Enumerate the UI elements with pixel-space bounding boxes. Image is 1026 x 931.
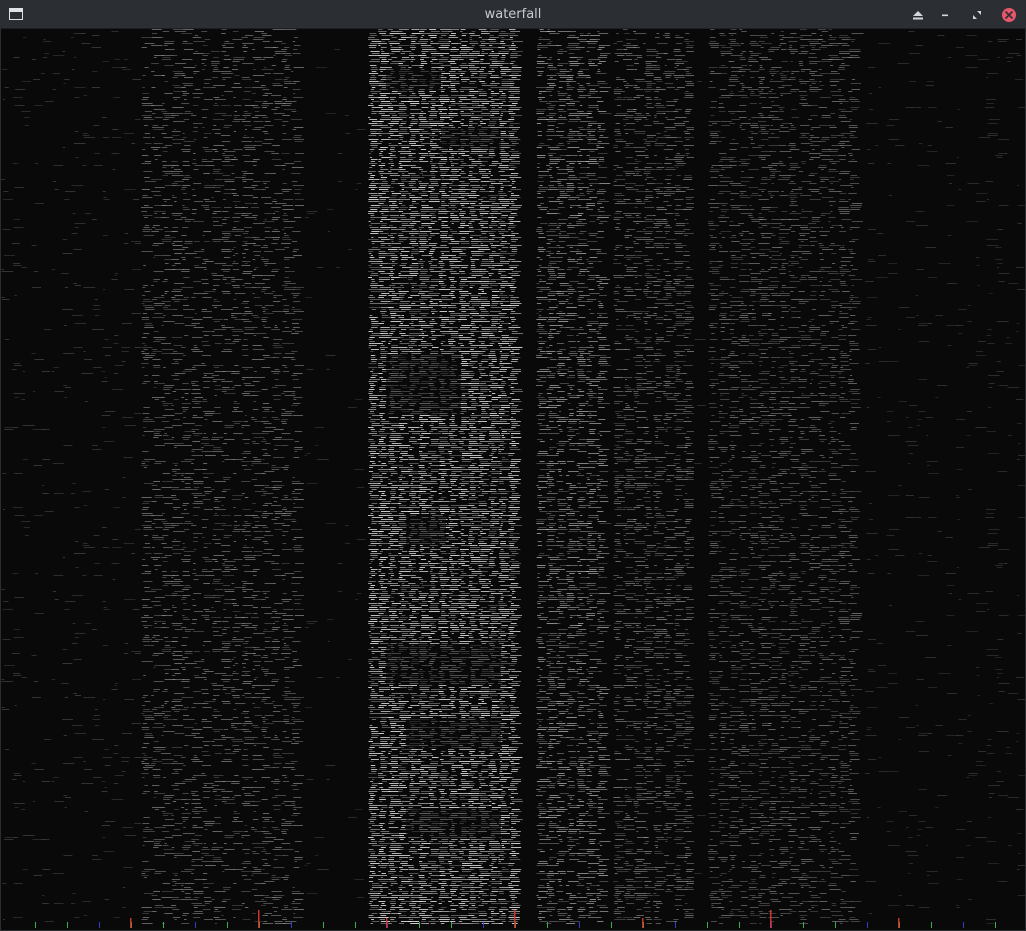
ruler-tick: [675, 922, 676, 928]
ruler-tick: [291, 922, 292, 928]
signal-gap: [406, 719, 501, 749]
signal-gap: [441, 129, 501, 149]
ruler-tick: [483, 922, 484, 928]
ruler-tick: [419, 922, 420, 928]
ruler-tick: [355, 922, 356, 928]
ruler-tick: [451, 922, 452, 928]
ruler-major-tick: [642, 918, 644, 928]
ruler-major-tick: [898, 918, 900, 928]
ruler-major-tick: [130, 918, 132, 928]
ruler-tick: [803, 922, 804, 928]
eject-icon: [913, 11, 923, 20]
ruler-tick: [163, 922, 164, 928]
ruler-tick: [35, 922, 36, 928]
signal-gap: [386, 69, 441, 91]
waterfall-display[interactable]: [1, 29, 1025, 930]
close-icon: [1002, 8, 1016, 22]
signal-gap: [386, 644, 501, 684]
signal-gap: [386, 354, 461, 414]
ruler-tick: [579, 922, 580, 928]
ruler-tick: [963, 922, 964, 928]
window-title: waterfall: [484, 7, 542, 22]
ruler-tick: [227, 922, 228, 928]
maximize-button[interactable]: [967, 5, 987, 25]
ruler-tick: [931, 922, 932, 928]
maximize-icon: [973, 11, 981, 19]
waterfall-spectrogram[interactable]: [1, 29, 1025, 930]
waterfall-window: waterfall: [0, 0, 1026, 931]
ruler-tick: [195, 922, 196, 928]
ruler-tick: [707, 922, 708, 928]
ruler-tick: [739, 922, 740, 928]
title-bar[interactable]: waterfall: [1, 1, 1025, 29]
ruler-major-tick: [514, 910, 516, 928]
signal-gap: [406, 809, 501, 839]
shade-button[interactable]: [908, 5, 928, 25]
signal-gap: [406, 514, 446, 544]
ruler-tick: [835, 922, 836, 928]
minimize-icon: [942, 14, 948, 17]
ruler-major-tick: [770, 910, 772, 928]
ruler-major-tick: [386, 918, 388, 928]
ruler-tick: [323, 922, 324, 928]
minimize-button[interactable]: [935, 5, 955, 25]
ruler-tick: [67, 922, 68, 928]
ruler-tick: [611, 922, 612, 928]
ruler-tick: [995, 922, 996, 928]
close-button[interactable]: [999, 5, 1019, 25]
ruler-major-tick: [258, 910, 260, 928]
ruler-tick: [547, 922, 548, 928]
ruler-tick: [99, 922, 100, 928]
ruler-tick: [867, 922, 868, 928]
